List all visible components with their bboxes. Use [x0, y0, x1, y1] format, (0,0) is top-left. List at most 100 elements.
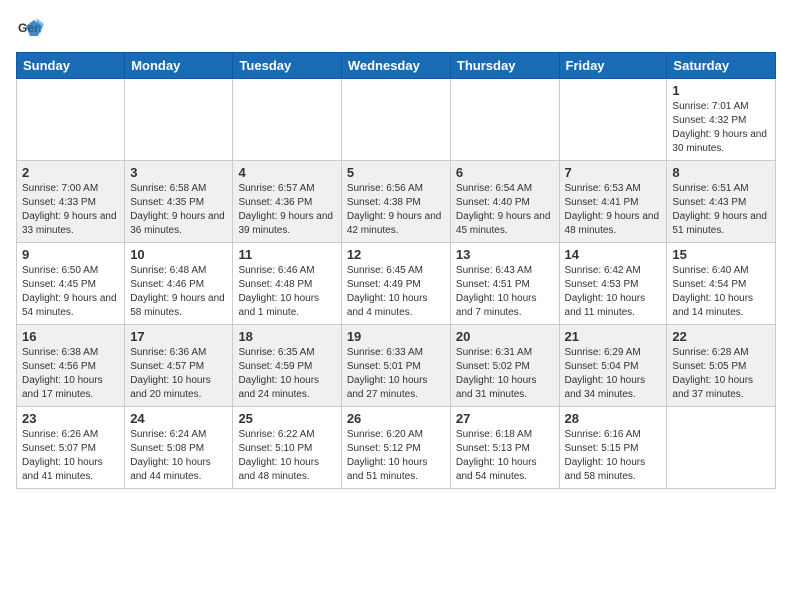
day-number: 11: [238, 247, 335, 262]
calendar-cell: 14 Sunrise: 6:42 AM Sunset: 4:53 PM Dayli…: [559, 243, 667, 325]
calendar-cell: 20 Sunrise: 6:31 AM Sunset: 5:02 PM Dayli…: [450, 325, 559, 407]
calendar-week-2: 2 Sunrise: 7:00 AM Sunset: 4:33 PM Daylig…: [17, 161, 776, 243]
calendar-cell: 18 Sunrise: 6:35 AM Sunset: 4:59 PM Dayli…: [233, 325, 341, 407]
day-number: 13: [456, 247, 554, 262]
weekday-header-thursday: Thursday: [450, 53, 559, 79]
day-info: Sunrise: 6:33 AM Sunset: 5:01 PM Dayligh…: [347, 346, 445, 402]
day-info: Sunrise: 6:36 AM Sunset: 4:57 PM Dayligh…: [130, 346, 227, 402]
day-number: 7: [565, 165, 662, 180]
day-number: 25: [238, 411, 335, 426]
calendar-cell: 12 Sunrise: 6:45 AM Sunset: 4:49 PM Dayli…: [341, 243, 450, 325]
calendar-cell: 7 Sunrise: 6:53 AM Sunset: 4:41 PM Daylig…: [559, 161, 667, 243]
day-number: 27: [456, 411, 554, 426]
day-number: 23: [22, 411, 119, 426]
day-info: Sunrise: 6:58 AM Sunset: 4:35 PM Dayligh…: [130, 182, 227, 238]
day-number: 22: [672, 329, 770, 344]
calendar-cell: 8 Sunrise: 6:51 AM Sunset: 4:43 PM Daylig…: [667, 161, 776, 243]
day-number: 1: [672, 83, 770, 98]
calendar-week-3: 9 Sunrise: 6:50 AM Sunset: 4:45 PM Daylig…: [17, 243, 776, 325]
day-number: 21: [565, 329, 662, 344]
day-number: 6: [456, 165, 554, 180]
day-number: 10: [130, 247, 227, 262]
calendar-cell: 4 Sunrise: 6:57 AM Sunset: 4:36 PM Daylig…: [233, 161, 341, 243]
weekday-header-saturday: Saturday: [667, 53, 776, 79]
page-header: Gen: [16, 16, 776, 44]
calendar-cell: 22Sunrise: 6:28 AM Sunset: 5:05 PM Dayli…: [667, 325, 776, 407]
day-number: 4: [238, 165, 335, 180]
calendar-cell: 19 Sunrise: 6:33 AM Sunset: 5:01 PM Dayli…: [341, 325, 450, 407]
calendar-cell: 25 Sunrise: 6:22 AM Sunset: 5:10 PM Dayli…: [233, 407, 341, 489]
day-info: Sunrise: 6:46 AM Sunset: 4:48 PM Dayligh…: [238, 264, 335, 320]
day-info: Sunrise: 6:40 AM Sunset: 4:54 PM Dayligh…: [672, 264, 770, 320]
calendar-cell: 3 Sunrise: 6:58 AM Sunset: 4:35 PM Daylig…: [125, 161, 233, 243]
day-info: Sunrise: 6:48 AM Sunset: 4:46 PM Dayligh…: [130, 264, 227, 320]
weekday-header-row: SundayMondayTuesdayWednesdayThursdayFrid…: [17, 53, 776, 79]
day-number: 20: [456, 329, 554, 344]
day-info: Sunrise: 6:31 AM Sunset: 5:02 PM Dayligh…: [456, 346, 554, 402]
day-info: Sunrise: 6:22 AM Sunset: 5:10 PM Dayligh…: [238, 428, 335, 484]
day-info: Sunrise: 6:16 AM Sunset: 5:15 PM Dayligh…: [565, 428, 662, 484]
day-number: 15: [672, 247, 770, 262]
day-info: Sunrise: 6:42 AM Sunset: 4:53 PM Dayligh…: [565, 264, 662, 320]
day-info: Sunrise: 7:01 AM Sunset: 4:32 PM Dayligh…: [672, 100, 770, 156]
calendar-cell: 2 Sunrise: 7:00 AM Sunset: 4:33 PM Daylig…: [17, 161, 125, 243]
calendar-cell: 10 Sunrise: 6:48 AM Sunset: 4:46 PM Dayli…: [125, 243, 233, 325]
day-info: Sunrise: 6:53 AM Sunset: 4:41 PM Dayligh…: [565, 182, 662, 238]
calendar-cell: [559, 79, 667, 161]
day-info: Sunrise: 6:26 AM Sunset: 5:07 PM Dayligh…: [22, 428, 119, 484]
day-info: Sunrise: 6:50 AM Sunset: 4:45 PM Dayligh…: [22, 264, 119, 320]
day-number: 17: [130, 329, 227, 344]
logo: Gen: [16, 16, 48, 44]
day-number: 8: [672, 165, 770, 180]
calendar-cell: 26 Sunrise: 6:20 AM Sunset: 5:12 PM Dayli…: [341, 407, 450, 489]
calendar-header: SundayMondayTuesdayWednesdayThursdayFrid…: [17, 53, 776, 79]
weekday-header-sunday: Sunday: [17, 53, 125, 79]
day-info: Sunrise: 6:29 AM Sunset: 5:04 PM Dayligh…: [565, 346, 662, 402]
calendar-cell: [17, 79, 125, 161]
day-number: 14: [565, 247, 662, 262]
calendar-cell: 9 Sunrise: 6:50 AM Sunset: 4:45 PM Daylig…: [17, 243, 125, 325]
day-number: 18: [238, 329, 335, 344]
logo-icon: Gen: [16, 16, 44, 44]
day-number: 5: [347, 165, 445, 180]
day-number: 19: [347, 329, 445, 344]
calendar-cell: 6 Sunrise: 6:54 AM Sunset: 4:40 PM Daylig…: [450, 161, 559, 243]
weekday-header-wednesday: Wednesday: [341, 53, 450, 79]
day-info: Sunrise: 6:43 AM Sunset: 4:51 PM Dayligh…: [456, 264, 554, 320]
calendar-cell: 27 Sunrise: 6:18 AM Sunset: 5:13 PM Dayli…: [450, 407, 559, 489]
day-info: Sunrise: 6:35 AM Sunset: 4:59 PM Dayligh…: [238, 346, 335, 402]
day-number: 28: [565, 411, 662, 426]
day-info: Sunrise: 6:56 AM Sunset: 4:38 PM Dayligh…: [347, 182, 445, 238]
calendar-cell: [667, 407, 776, 489]
calendar-cell: [341, 79, 450, 161]
calendar-cell: 15 Sunrise: 6:40 AM Sunset: 4:54 PM Dayli…: [667, 243, 776, 325]
day-number: 3: [130, 165, 227, 180]
calendar-cell: 23 Sunrise: 6:26 AM Sunset: 5:07 PM Dayli…: [17, 407, 125, 489]
day-number: 2: [22, 165, 119, 180]
weekday-header-friday: Friday: [559, 53, 667, 79]
day-info: Sunrise: 6:18 AM Sunset: 5:13 PM Dayligh…: [456, 428, 554, 484]
weekday-header-monday: Monday: [125, 53, 233, 79]
day-info: Sunrise: 6:45 AM Sunset: 4:49 PM Dayligh…: [347, 264, 445, 320]
day-info: Sunrise: 6:51 AM Sunset: 4:43 PM Dayligh…: [672, 182, 770, 238]
day-number: 12: [347, 247, 445, 262]
calendar-week-4: 16Sunrise: 6:38 AM Sunset: 4:56 PM Dayli…: [17, 325, 776, 407]
day-number: 24: [130, 411, 227, 426]
calendar-cell: 13 Sunrise: 6:43 AM Sunset: 4:51 PM Dayli…: [450, 243, 559, 325]
calendar-cell: [125, 79, 233, 161]
day-info: Sunrise: 7:00 AM Sunset: 4:33 PM Dayligh…: [22, 182, 119, 238]
day-number: 9: [22, 247, 119, 262]
day-info: Sunrise: 6:20 AM Sunset: 5:12 PM Dayligh…: [347, 428, 445, 484]
day-number: 26: [347, 411, 445, 426]
day-info: Sunrise: 6:38 AM Sunset: 4:56 PM Dayligh…: [22, 346, 119, 402]
calendar-cell: 1 Sunrise: 7:01 AM Sunset: 4:32 PM Daylig…: [667, 79, 776, 161]
calendar-cell: 5 Sunrise: 6:56 AM Sunset: 4:38 PM Daylig…: [341, 161, 450, 243]
calendar-week-5: 23 Sunrise: 6:26 AM Sunset: 5:07 PM Dayli…: [17, 407, 776, 489]
day-info: Sunrise: 6:54 AM Sunset: 4:40 PM Dayligh…: [456, 182, 554, 238]
calendar-body: 1 Sunrise: 7:01 AM Sunset: 4:32 PM Daylig…: [17, 79, 776, 489]
calendar-cell: 17 Sunrise: 6:36 AM Sunset: 4:57 PM Dayli…: [125, 325, 233, 407]
day-info: Sunrise: 6:57 AM Sunset: 4:36 PM Dayligh…: [238, 182, 335, 238]
calendar-table: SundayMondayTuesdayWednesdayThursdayFrid…: [16, 52, 776, 489]
calendar-cell: [233, 79, 341, 161]
calendar-cell: 16Sunrise: 6:38 AM Sunset: 4:56 PM Dayli…: [17, 325, 125, 407]
